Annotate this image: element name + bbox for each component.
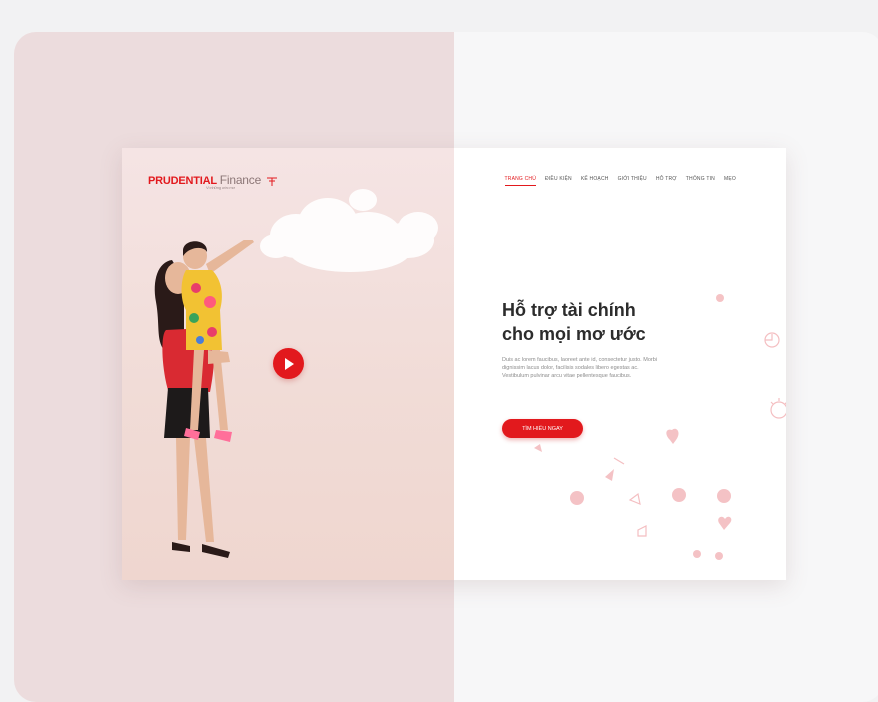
logo-mark-icon xyxy=(266,177,277,187)
brand-logo[interactable]: PRUDENTIAL Finance Vì những ước mơ xyxy=(148,173,279,190)
decorative-icons xyxy=(534,294,786,560)
play-video-button[interactable] xyxy=(273,348,304,379)
cloud-illustration xyxy=(260,189,438,272)
mother-daughter-photo xyxy=(154,240,254,558)
website-mockup: PRUDENTIAL Finance Vì những ước mơ TRANG… xyxy=(122,148,786,580)
hero-image-panel: PRUDENTIAL Finance Vì những ước mơ xyxy=(122,148,454,580)
play-icon xyxy=(284,357,294,370)
logo-tagline: Vì những ước mơ xyxy=(206,185,235,190)
